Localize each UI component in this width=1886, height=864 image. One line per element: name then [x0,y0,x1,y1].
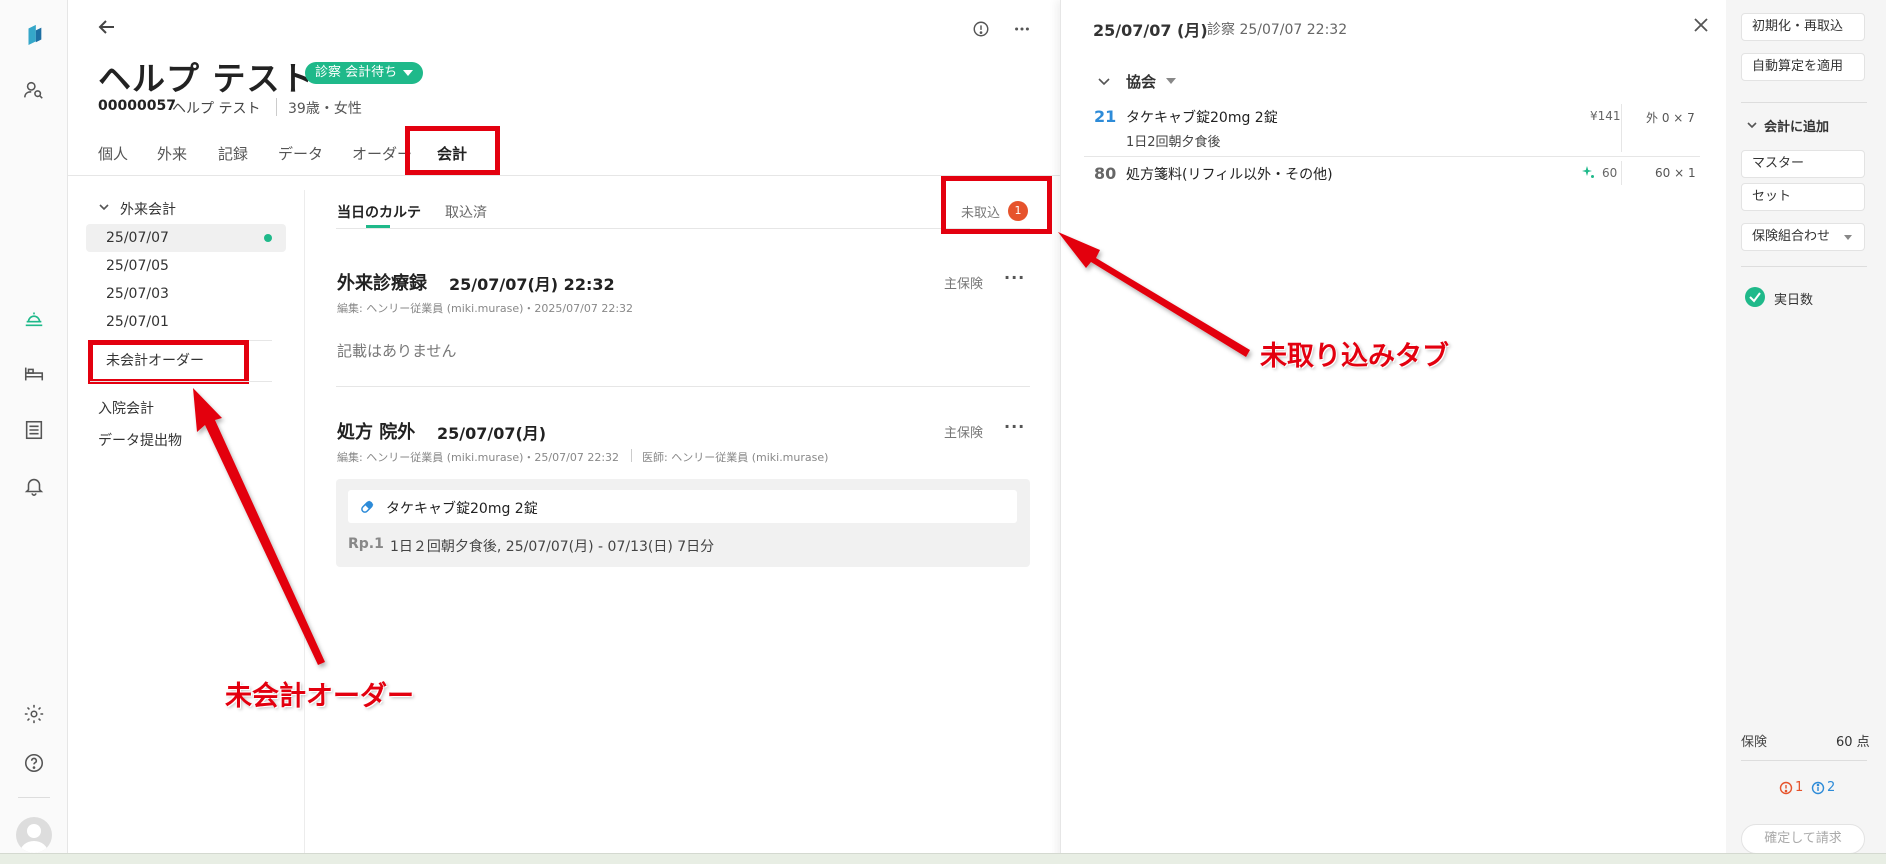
arrow-to-unimported-tab [1058,232,1250,357]
annotation-arrows [193,232,1250,665]
annotation-label-unimported-tab: 未取り込みタブ [1260,341,1449,372]
taskbar-strip [0,853,1886,864]
annotation-label-unpaid-order: 未会計オーダー [225,681,414,712]
arrow-to-unpaid-order [193,388,325,665]
